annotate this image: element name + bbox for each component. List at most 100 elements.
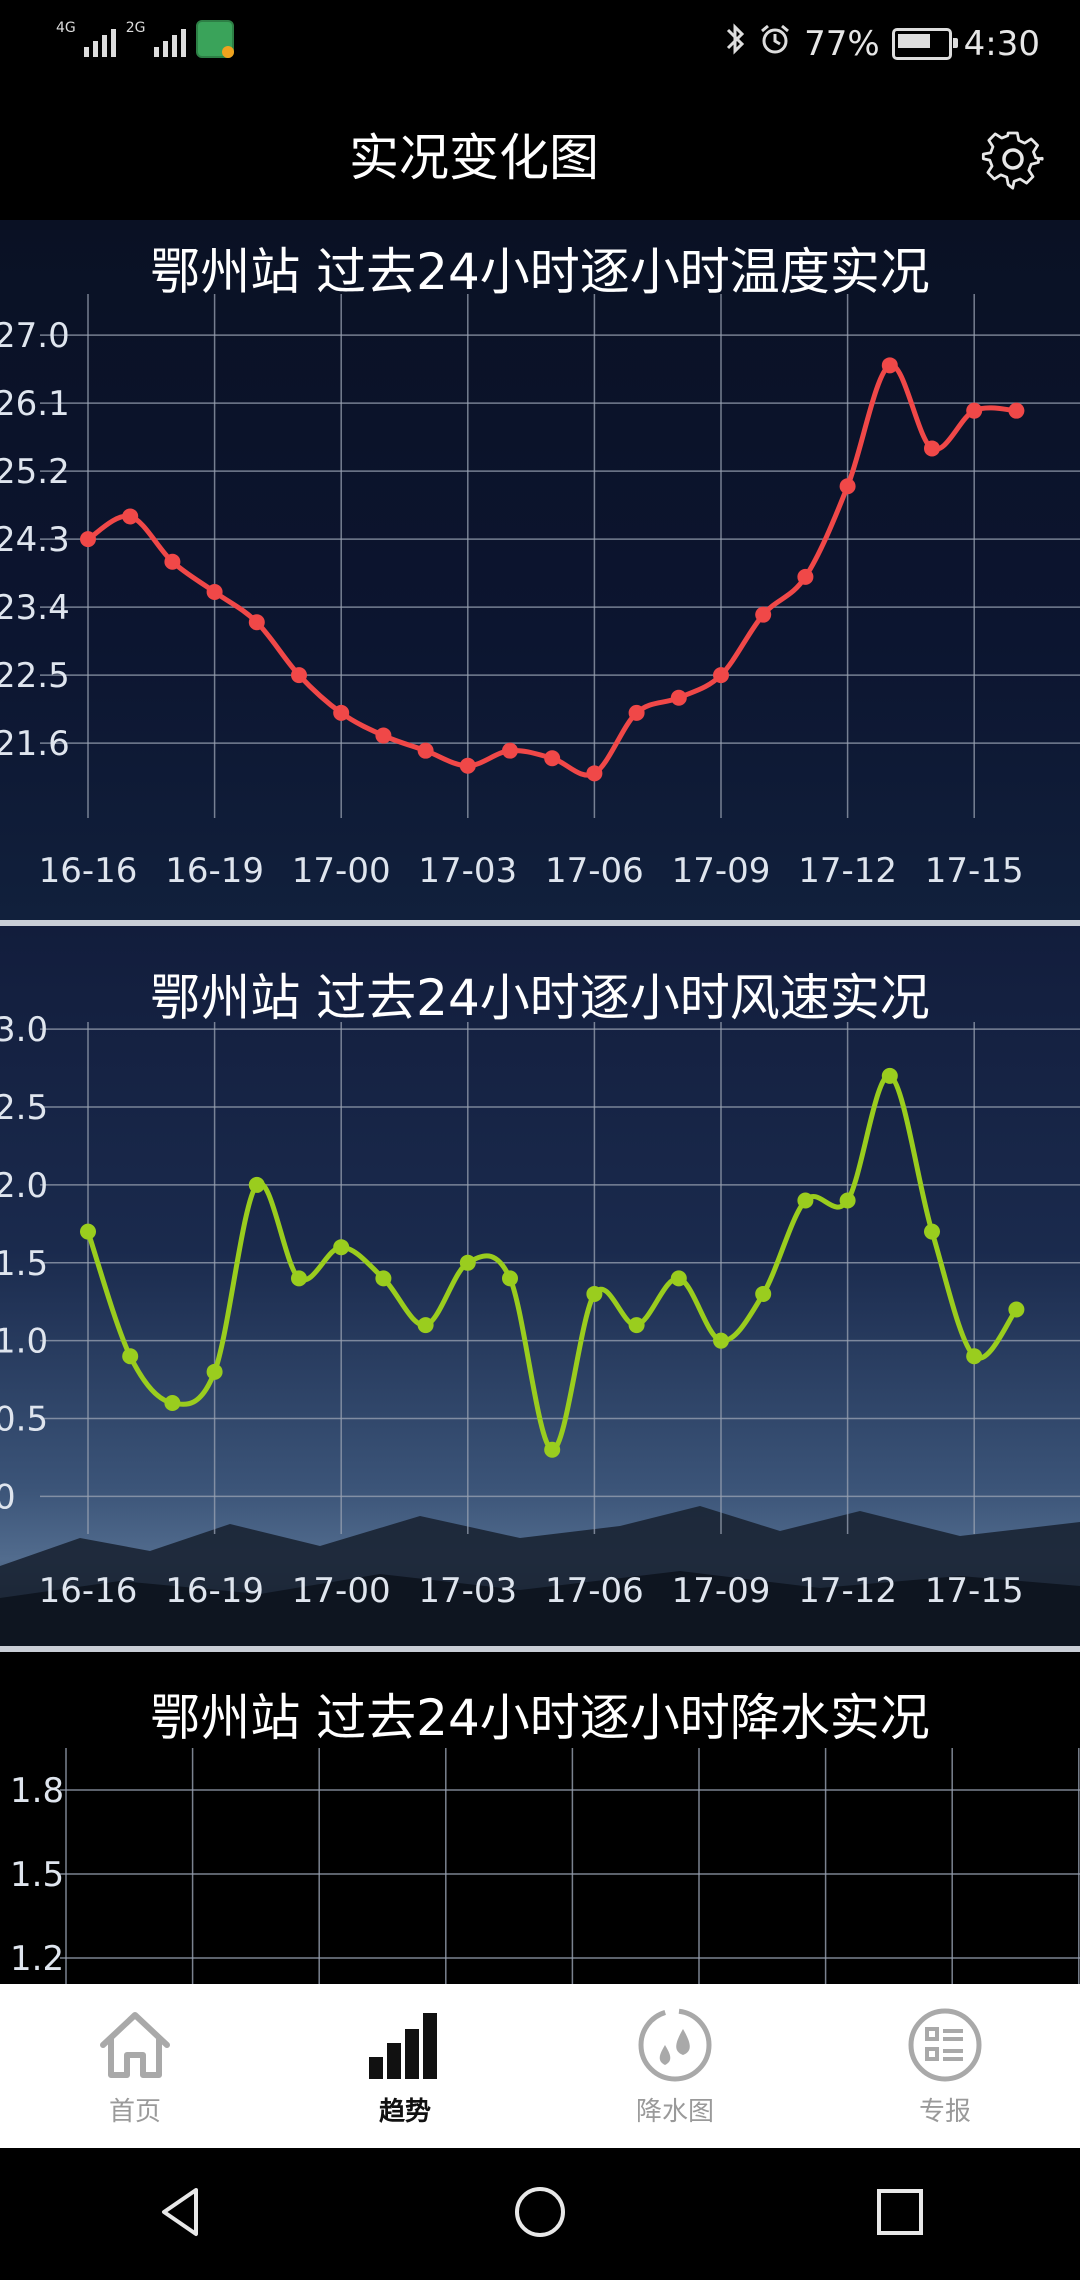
y-tick-label: 26.1 <box>0 384 70 424</box>
nav-trend[interactable]: 趋势 <box>270 1984 540 2148</box>
data-point <box>333 1239 350 1256</box>
data-point <box>248 614 265 631</box>
data-point <box>333 704 350 721</box>
data-point <box>966 402 983 419</box>
data-point <box>122 508 139 525</box>
data-point <box>417 1317 434 1334</box>
data-point <box>586 1285 603 1302</box>
nav-trend-label: 趋势 <box>378 2096 431 2127</box>
y-tick-label: 3.0 <box>0 1010 48 1050</box>
gear-icon <box>981 131 1044 190</box>
data-point <box>375 727 392 744</box>
x-tick-label: 17-06 <box>545 1571 644 1611</box>
y-tick-label: 2.5 <box>0 1088 48 1128</box>
home-icon <box>100 2011 170 2078</box>
data-point <box>291 667 307 684</box>
data-point <box>628 704 645 721</box>
alarm-icon <box>758 22 792 65</box>
data-point <box>670 689 687 706</box>
data-point <box>164 553 181 570</box>
y-tick-label: 27.0 <box>0 316 70 356</box>
data-point <box>122 1348 139 1365</box>
x-tick-label: 16-16 <box>39 851 138 891</box>
data-point <box>924 1223 940 1240</box>
data-point <box>924 440 940 457</box>
nav-home[interactable]: 首页 <box>0 1984 270 2148</box>
data-point <box>881 357 898 374</box>
battery-percent: 77% <box>804 23 880 64</box>
data-point <box>164 1394 181 1411</box>
x-tick-label: 16-19 <box>165 851 264 891</box>
wind-chart: 3.0 2.5 2.0 1.5 1.0 0.5 0 16-16 16-19 17-00 17-03 1… <box>0 1010 1080 1611</box>
data-point <box>670 1270 687 1287</box>
data-point <box>80 531 96 548</box>
x-tick-label: 17-00 <box>292 851 391 891</box>
clock: 4:30 <box>963 23 1040 64</box>
y-tick-label: 1.2 <box>10 1939 64 1979</box>
data-point <box>966 1348 983 1365</box>
nav-home-label: 首页 <box>108 2096 161 2127</box>
status-right: 77% 4:30 <box>724 22 1040 65</box>
report-list-icon <box>908 2008 982 2081</box>
data-point <box>1008 1301 1025 1318</box>
data-point <box>206 584 223 600</box>
y-tick-label: 1.5 <box>10 1855 64 1895</box>
data-point <box>459 1254 476 1271</box>
temperature-chart: 27.0 26.1 25.2 24.3 23.4 22.5 21.6 16-16 16-19 17… <box>0 294 1080 891</box>
nav-report[interactable]: 专报 <box>810 1984 1080 2148</box>
data-point <box>713 1332 729 1349</box>
home-circle-icon <box>515 2187 565 2237</box>
data-point <box>797 568 814 585</box>
data-point <box>1008 402 1025 419</box>
data-point <box>755 606 772 623</box>
y-tick-label: 0.5 <box>0 1400 48 1440</box>
signal-icon: 4G <box>56 21 116 57</box>
x-tick-label: 17-15 <box>925 851 1024 891</box>
y-tick-label: 23.4 <box>0 588 70 628</box>
data-point <box>839 1192 856 1209</box>
data-point <box>502 742 518 759</box>
x-tick-label: 17-03 <box>418 1571 517 1611</box>
data-point <box>713 667 729 684</box>
data-point <box>459 757 476 774</box>
home-system-button[interactable] <box>510 2182 570 2246</box>
bluetooth-icon <box>724 22 746 65</box>
rain-chart: 1.8 1.5 1.2 <box>10 1748 1080 1984</box>
data-point <box>586 765 603 782</box>
x-tick-label: 16-19 <box>165 1571 264 1611</box>
data-point <box>248 1176 265 1193</box>
recents-square-icon <box>877 2189 923 2235</box>
rain-drops-icon <box>638 2008 712 2081</box>
bottom-nav: 首页 趋势 降水图 专报 <box>0 1984 1080 2148</box>
data-point <box>797 1192 814 1209</box>
y-tick-label: 2.0 <box>0 1166 48 1206</box>
trend-bars-icon <box>369 2012 437 2079</box>
status-bar: 4G 2G 77% 4:30 <box>0 0 1080 96</box>
battery-icon <box>891 27 958 60</box>
y-tick-label: 24.3 <box>0 520 70 560</box>
x-tick-label: 17-15 <box>925 1571 1024 1611</box>
x-tick-label: 17-09 <box>672 851 771 891</box>
data-point <box>755 1285 772 1302</box>
x-tick-label: 17-06 <box>545 851 644 891</box>
rain-chart-panel: 鄂州站 过去24小时逐小时降水实况 1.8 1.5 1.2 <box>0 1652 1080 1984</box>
recents-button[interactable] <box>870 2182 930 2246</box>
y-tick-label: 1.8 <box>10 1771 64 1811</box>
data-point <box>881 1067 898 1084</box>
settings-button[interactable] <box>978 124 1048 194</box>
back-button[interactable] <box>150 2182 210 2246</box>
y-tick-label: 1.5 <box>0 1244 48 1284</box>
data-point <box>206 1363 223 1380</box>
x-tick-label: 17-12 <box>798 851 897 891</box>
status-left: 4G 2G <box>56 20 234 58</box>
x-tick-label: 17-03 <box>418 851 517 891</box>
x-tick-label: 17-12 <box>798 1571 897 1611</box>
data-point <box>628 1317 645 1334</box>
nav-rain-map[interactable]: 降水图 <box>540 1984 810 2148</box>
data-point <box>80 1223 96 1240</box>
data-point <box>502 1270 518 1287</box>
data-point <box>544 750 561 767</box>
network-type-1: 4G <box>56 20 76 36</box>
app-bar: 实况变化图 <box>0 96 1080 220</box>
data-point <box>544 1441 561 1458</box>
